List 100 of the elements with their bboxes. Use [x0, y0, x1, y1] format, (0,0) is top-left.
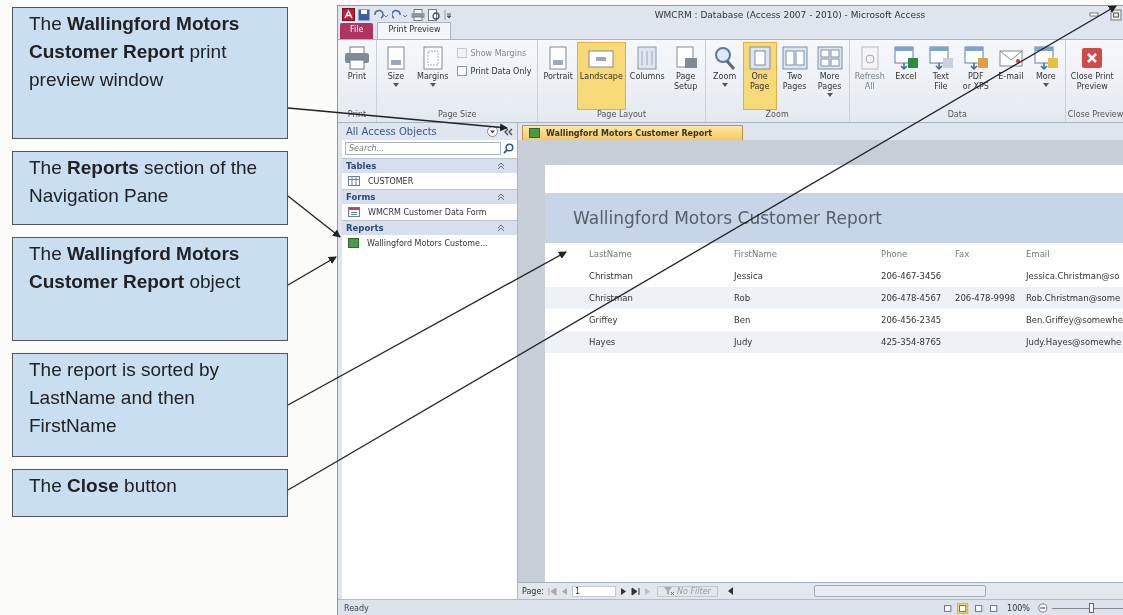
slider-thumb[interactable]	[1088, 603, 1094, 613]
section-title: Tables	[346, 161, 377, 171]
ribbon-button[interactable]: Margins	[414, 42, 452, 110]
pdf-export-icon	[961, 45, 990, 71]
section-header[interactable]: Reports	[342, 220, 517, 235]
ribbon-button[interactable]: Text File	[923, 42, 958, 110]
search-icon[interactable]	[503, 143, 514, 154]
callout-note: The Wallingford Motors Customer Report print preview window	[12, 7, 288, 139]
report-icon	[348, 238, 359, 248]
customize-toolbar-icon[interactable]	[444, 8, 452, 21]
table-cell-text: Christman	[589, 271, 634, 281]
navigation-item[interactable]: WMCRM Customer Data Form	[342, 204, 517, 220]
ribbon-button[interactable]: Columns	[626, 42, 668, 110]
item-label: WMCRM Customer Data Form	[368, 207, 487, 217]
section-title: Forms	[346, 192, 376, 202]
page-label: Page:	[522, 586, 545, 596]
section-title: Reports	[346, 223, 384, 233]
column-header: Phone	[881, 249, 909, 259]
navigation-item[interactable]: CUSTOMER	[342, 173, 517, 189]
ribbon-button[interactable]: Page Setup	[668, 42, 703, 110]
ribbon-button[interactable]: Two Pages	[777, 42, 812, 110]
chevron-icon[interactable]	[497, 224, 505, 232]
checkbox[interactable]	[456, 66, 467, 76]
table-cell-text: Rob.Christman@some	[1026, 293, 1122, 303]
ribbon-button[interactable]: Excel	[888, 42, 923, 110]
column-header: Fax	[955, 249, 971, 259]
zoom-level: 100%	[1007, 603, 1030, 613]
undo-icon[interactable]	[373, 8, 389, 21]
table-cell: Judy.Hayes@somewhe	[1026, 337, 1123, 347]
ribbon-button[interactable]: Print	[340, 42, 374, 110]
checkbox-option[interactable]: Print Data Only	[456, 66, 532, 76]
navigation-item[interactable]: Wallingford Motors Custome...	[342, 235, 517, 251]
item-label: Wallingford Motors Custome...	[367, 238, 488, 248]
column-header: LastName	[589, 249, 633, 259]
table-cell-text: 206-478-4567	[881, 293, 943, 303]
view-icon[interactable]	[957, 601, 969, 615]
callout-note: The Reports section of the Navigation Pane	[12, 151, 288, 225]
zoom-out-icon[interactable]	[1037, 602, 1048, 614]
table-cell-text: 425-354-8765	[881, 337, 943, 347]
zoom-slider[interactable]	[1051, 602, 1123, 614]
group-label: Close Preview	[1067, 110, 1123, 119]
column-header: Email	[1026, 249, 1051, 259]
two-pages-icon	[780, 45, 809, 71]
ribbon-button[interactable]: More	[1028, 42, 1063, 110]
scroll-thumb[interactable]	[813, 585, 986, 597]
database-export-icon	[1031, 45, 1060, 71]
scroll-left-icon[interactable]	[727, 587, 734, 595]
table-icon	[348, 176, 360, 186]
table-cell-text: Jessica	[734, 271, 764, 281]
ribbon-button[interactable]: Close Print Preview	[1067, 42, 1117, 110]
callout-note: The Wallingford Motors Customer Report object	[12, 237, 288, 341]
table-cell-text: Ben	[734, 315, 752, 325]
printer-icon	[343, 45, 371, 71]
next-page-icon[interactable]	[620, 586, 628, 596]
text-export-icon	[926, 45, 955, 71]
table-cell-text: Griffey	[589, 315, 619, 325]
restore-icon[interactable]	[1110, 8, 1122, 21]
column-header: FirstName	[734, 249, 778, 259]
table-cell-text: 206-478-9998	[955, 293, 1017, 303]
form-icon	[348, 207, 360, 217]
chevron-icon[interactable]	[497, 193, 505, 201]
item-label: CUSTOMER	[368, 176, 414, 186]
print-preview-icon[interactable]	[428, 8, 441, 21]
table-cell-text: Hayes	[589, 337, 617, 347]
window-title: WMCRM : Database (Access 2007 - 2010) - Microsoft Access	[653, 9, 927, 20]
ribbon-button[interactable]: Landscape	[576, 42, 626, 110]
last-page-icon[interactable]	[631, 586, 641, 596]
table-cell-text: 206-456-2345	[881, 315, 943, 325]
search-field[interactable]: Search...	[345, 142, 501, 155]
callout-note: The report is sorted by LastName and then FirstName	[12, 353, 288, 457]
table-cell-text: 206-467-3456	[881, 271, 943, 281]
document-tab[interactable]: Wallingford Motors Customer Report	[522, 125, 743, 140]
chevron-icon[interactable]	[497, 162, 505, 170]
table-cell-text: Judy	[734, 337, 754, 347]
status-text: Ready	[344, 603, 370, 613]
dropdown-icon[interactable]	[487, 126, 498, 137]
group-label: Zoom	[765, 110, 789, 119]
access-logo-icon	[342, 8, 355, 21]
callout-note: The Close button	[12, 469, 288, 517]
ribbon-tab[interactable]: Print Preview	[377, 22, 452, 39]
section-header[interactable]: Tables	[342, 158, 517, 173]
report-icon	[529, 128, 540, 138]
section-header[interactable]: Forms	[342, 189, 517, 204]
ribbon-button[interactable]: Zoom	[707, 42, 742, 110]
four-pages-icon	[815, 45, 844, 71]
table-cell: Ben.Griffey@somewhe	[1026, 315, 1123, 325]
filter-icon	[664, 586, 675, 596]
table-cell-text: Rob	[734, 293, 752, 303]
collapse-pane-icon[interactable]	[503, 126, 513, 137]
ribbon-button[interactable]: Portrait	[540, 42, 576, 110]
redo-icon[interactable]	[392, 8, 408, 21]
spreadsheet-export-icon	[891, 45, 920, 71]
save-icon[interactable]	[358, 8, 370, 21]
ribbon-button[interactable]: Size	[379, 42, 413, 110]
ribbon-tab[interactable]: File	[340, 23, 374, 39]
ribbon-button[interactable]: One Page	[742, 42, 777, 110]
ribbon-button[interactable]: E-mail	[993, 42, 1028, 110]
page-number-field[interactable]: 1	[572, 585, 617, 597]
printer-icon[interactable]	[411, 8, 425, 21]
ribbon-button[interactable]: More Pages	[812, 42, 847, 110]
